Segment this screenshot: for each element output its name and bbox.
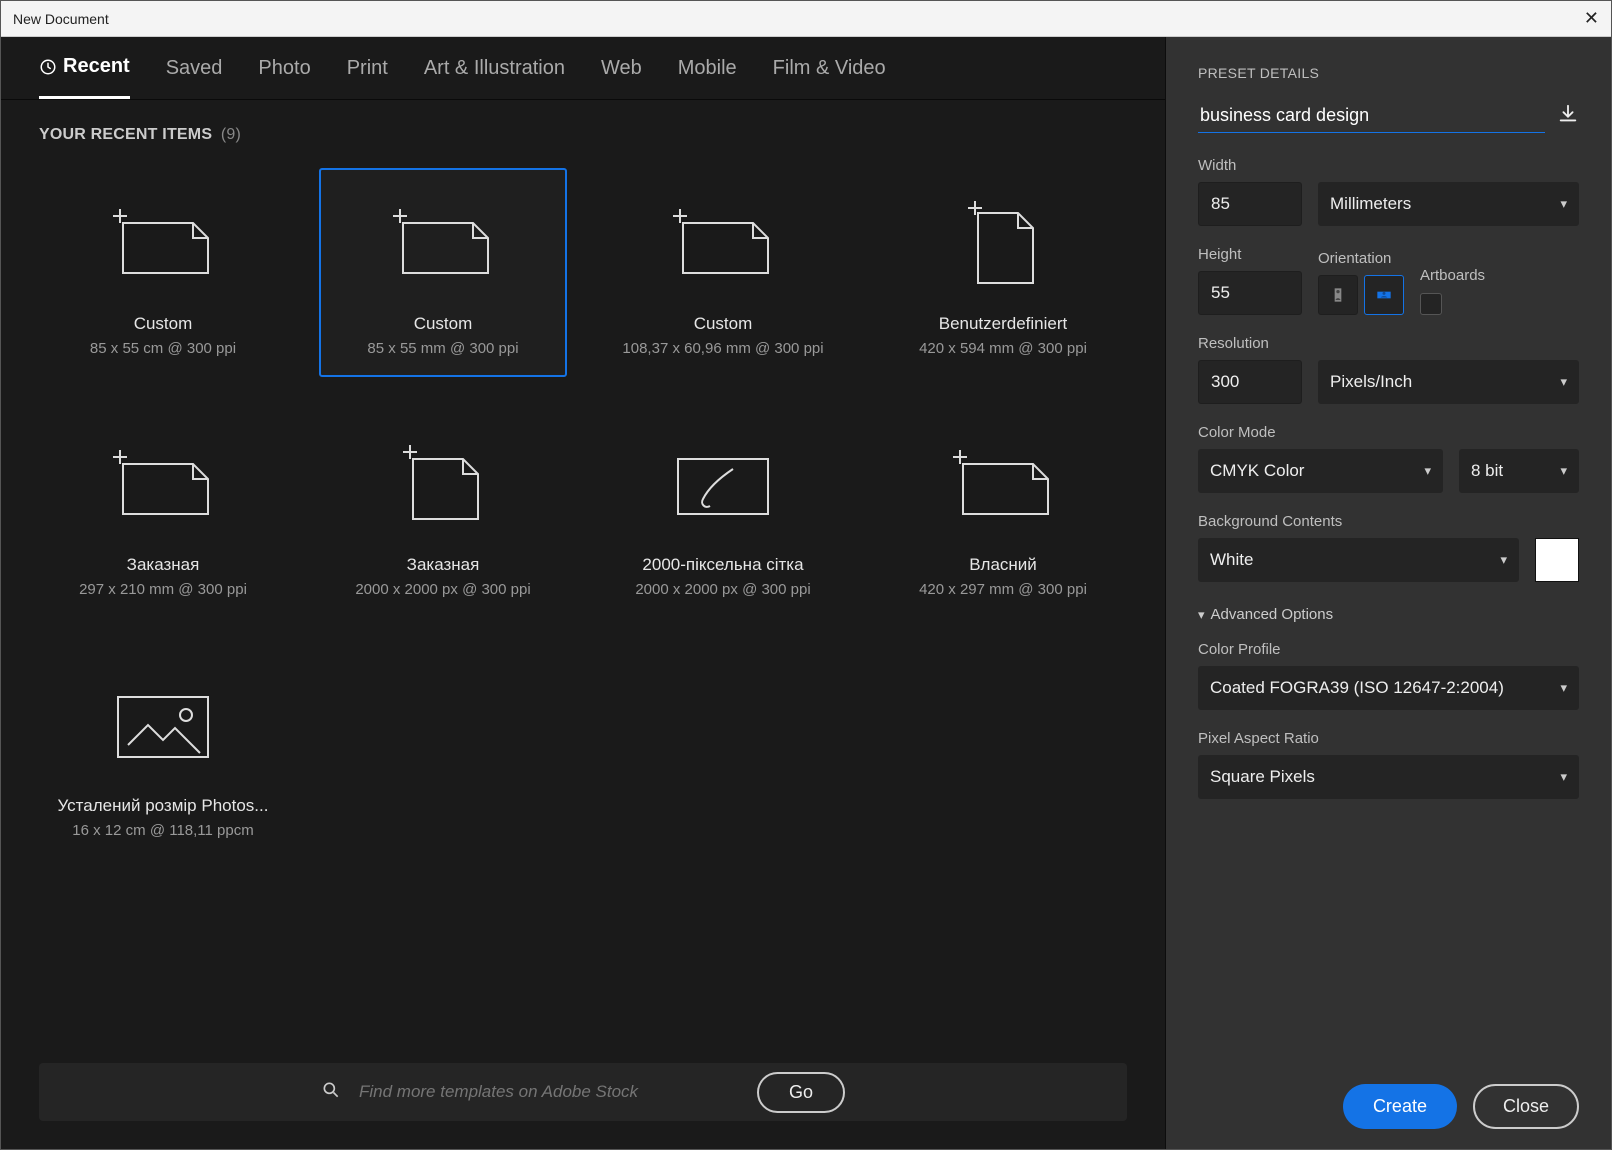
preset-document-icon bbox=[108, 670, 218, 780]
titlebar: New Document ✕ bbox=[1, 1, 1611, 37]
dialog-footer: Create Close bbox=[1198, 1056, 1579, 1129]
preset-document-icon bbox=[668, 429, 778, 539]
tab-print[interactable]: Print bbox=[347, 57, 388, 98]
preset-title: Custom bbox=[414, 314, 473, 334]
chevron-down-icon: ▾ bbox=[1424, 463, 1431, 479]
preset-meta: 108,37 x 60,96 mm @ 300 ppi bbox=[622, 340, 823, 357]
preset-details-panel: PRESET DETAILS Width Millimeters ▾ Heigh… bbox=[1166, 37, 1611, 1149]
chevron-down-icon: ▾ bbox=[1560, 680, 1567, 696]
chevron-down-icon: ▾ bbox=[1560, 374, 1567, 390]
search-icon bbox=[321, 1080, 341, 1105]
preset-meta: 2000 x 2000 px @ 300 ppi bbox=[355, 581, 530, 598]
preset-title: 2000-піксельна сітка bbox=[642, 555, 803, 575]
left-pane: Recent Saved Photo Print Art & Illustrat… bbox=[1, 37, 1166, 1149]
chevron-down-icon: ▾ bbox=[1198, 607, 1205, 623]
template-search-input[interactable] bbox=[359, 1082, 739, 1102]
preset-meta: 420 x 297 mm @ 300 ppi bbox=[919, 581, 1087, 598]
tab-label: Recent bbox=[63, 55, 130, 78]
preset-title: Усталений розмір Photos... bbox=[58, 796, 269, 816]
color-profile-label: Color Profile bbox=[1198, 641, 1579, 658]
preset-title: Benutzerdefiniert bbox=[939, 314, 1068, 334]
resolution-units-select[interactable]: Pixels/Inch ▾ bbox=[1318, 360, 1579, 404]
chevron-down-icon: ▾ bbox=[1560, 769, 1567, 785]
width-label: Width bbox=[1198, 157, 1579, 174]
new-document-dialog: New Document ✕ Recent Saved Photo Print … bbox=[0, 0, 1612, 1150]
tab-film-video[interactable]: Film & Video bbox=[773, 57, 886, 98]
preset-card[interactable]: Custom 85 x 55 mm @ 300 ppi bbox=[319, 168, 567, 377]
color-profile-select[interactable]: Coated FOGRA39 (ISO 12647-2:2004) ▾ bbox=[1198, 666, 1579, 710]
preset-title: Заказная bbox=[407, 555, 480, 575]
create-button[interactable]: Create bbox=[1343, 1084, 1457, 1129]
recent-items-heading: YOUR RECENT ITEMS (9) bbox=[39, 126, 1127, 144]
preset-card[interactable]: Власний 420 x 297 mm @ 300 ppi bbox=[879, 409, 1127, 618]
orientation-label: Orientation bbox=[1318, 250, 1404, 267]
save-preset-icon[interactable] bbox=[1557, 103, 1579, 130]
artboards-checkbox[interactable] bbox=[1420, 293, 1442, 315]
pixel-aspect-ratio-select[interactable]: Square Pixels ▾ bbox=[1198, 755, 1579, 799]
preset-document-icon bbox=[108, 188, 218, 298]
preset-card[interactable]: Custom 108,37 x 60,96 mm @ 300 ppi bbox=[599, 168, 847, 377]
chevron-down-icon: ▾ bbox=[1500, 552, 1507, 568]
chevron-down-icon: ▾ bbox=[1560, 196, 1567, 212]
close-icon[interactable]: ✕ bbox=[1584, 8, 1599, 29]
background-color-swatch[interactable] bbox=[1535, 538, 1579, 582]
preset-details-title: PRESET DETAILS bbox=[1198, 65, 1579, 81]
tab-saved[interactable]: Saved bbox=[166, 57, 223, 98]
preset-meta: 85 x 55 cm @ 300 ppi bbox=[90, 340, 236, 357]
preset-title: Custom bbox=[134, 314, 193, 334]
artboards-label: Artboards bbox=[1420, 267, 1485, 284]
category-tabs: Recent Saved Photo Print Art & Illustrat… bbox=[1, 37, 1165, 100]
tab-web[interactable]: Web bbox=[601, 57, 642, 98]
preset-meta: 297 x 210 mm @ 300 ppi bbox=[79, 581, 247, 598]
go-button[interactable]: Go bbox=[757, 1072, 845, 1113]
advanced-options-toggle[interactable]: ▾ Advanced Options bbox=[1198, 606, 1579, 623]
preset-document-icon bbox=[948, 429, 1058, 539]
preset-title: Custom bbox=[694, 314, 753, 334]
resolution-input[interactable] bbox=[1198, 360, 1302, 404]
preset-document-icon bbox=[398, 429, 488, 539]
color-mode-label: Color Mode bbox=[1198, 424, 1579, 441]
tab-mobile[interactable]: Mobile bbox=[678, 57, 737, 98]
background-contents-select[interactable]: White ▾ bbox=[1198, 538, 1519, 582]
pixel-aspect-ratio-label: Pixel Aspect Ratio bbox=[1198, 730, 1579, 747]
height-label: Height bbox=[1198, 246, 1302, 263]
preset-document-icon bbox=[108, 429, 218, 539]
chevron-down-icon: ▾ bbox=[1560, 463, 1567, 479]
preset-card[interactable]: Усталений розмір Photos... 16 x 12 cm @ 1… bbox=[39, 650, 287, 859]
tab-art-illustration[interactable]: Art & Illustration bbox=[424, 57, 565, 98]
preset-card[interactable]: Заказная 2000 x 2000 px @ 300 ppi bbox=[319, 409, 567, 618]
tab-photo[interactable]: Photo bbox=[258, 57, 310, 98]
preset-document-icon bbox=[388, 188, 498, 298]
preset-grid: Custom 85 x 55 cm @ 300 ppi Custom 85 x 55 … bbox=[39, 168, 1127, 859]
recent-icon bbox=[39, 58, 57, 76]
width-input[interactable] bbox=[1198, 182, 1302, 226]
close-button[interactable]: Close bbox=[1473, 1084, 1579, 1129]
preset-document-icon bbox=[963, 188, 1043, 298]
color-mode-select[interactable]: CMYK Color ▾ bbox=[1198, 449, 1443, 493]
preset-card[interactable]: Заказная 297 x 210 mm @ 300 ppi bbox=[39, 409, 287, 618]
orientation-portrait-button[interactable] bbox=[1318, 275, 1358, 315]
preset-meta: 16 x 12 cm @ 118,11 ppcm bbox=[72, 822, 253, 839]
preset-title: Заказная bbox=[127, 555, 200, 575]
preset-meta: 420 x 594 mm @ 300 ppi bbox=[919, 340, 1087, 357]
template-search-bar: Go bbox=[39, 1063, 1127, 1121]
tab-recent[interactable]: Recent bbox=[39, 55, 130, 99]
units-select[interactable]: Millimeters ▾ bbox=[1318, 182, 1579, 226]
color-depth-select[interactable]: 8 bit ▾ bbox=[1459, 449, 1579, 493]
background-contents-label: Background Contents bbox=[1198, 513, 1579, 530]
height-input[interactable] bbox=[1198, 271, 1302, 315]
preset-card[interactable]: 2000-піксельна сітка 2000 x 2000 px @ 300… bbox=[599, 409, 847, 618]
preset-title: Власний bbox=[969, 555, 1037, 575]
preset-meta: 2000 x 2000 px @ 300 ppi bbox=[635, 581, 810, 598]
preset-meta: 85 x 55 mm @ 300 ppi bbox=[367, 340, 518, 357]
preset-card[interactable]: Custom 85 x 55 cm @ 300 ppi bbox=[39, 168, 287, 377]
preset-document-icon bbox=[668, 188, 778, 298]
preset-name-input[interactable] bbox=[1198, 99, 1545, 133]
preset-card[interactable]: Benutzerdefiniert 420 x 594 mm @ 300 ppi bbox=[879, 168, 1127, 377]
resolution-label: Resolution bbox=[1198, 335, 1579, 352]
orientation-landscape-button[interactable] bbox=[1364, 275, 1404, 315]
window-title: New Document bbox=[13, 11, 109, 27]
